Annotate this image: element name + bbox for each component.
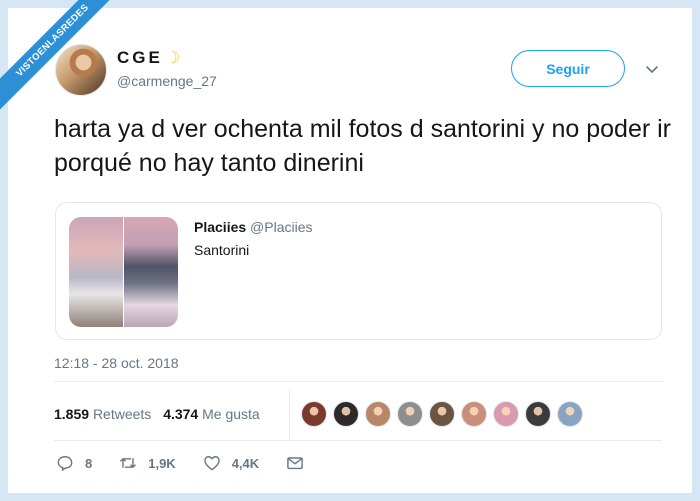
follow-button[interactable]: Seguir <box>511 50 625 87</box>
retweets-stat[interactable]: 1.859 Retweets <box>54 406 151 422</box>
likes-count: 4.374 <box>163 406 199 422</box>
divider <box>54 440 662 441</box>
tweet-text: harta ya d ver ochenta mil fotos d santo… <box>54 115 671 177</box>
retweets-label: Retweets <box>92 406 152 422</box>
liker-avatar[interactable] <box>429 401 455 427</box>
retweet-button[interactable]: 1,9K <box>118 453 176 473</box>
watermark-text: VISTOENLASREDES <box>0 0 128 116</box>
chevron-down-icon[interactable] <box>644 61 660 77</box>
quoted-image-2[interactable] <box>124 217 178 327</box>
liker-avatar[interactable] <box>525 401 551 427</box>
liker-avatar[interactable] <box>493 401 519 427</box>
moon-emoji: ☽ <box>164 48 181 67</box>
retweets-count: 1.859 <box>54 406 90 422</box>
reply-icon <box>57 456 73 471</box>
liker-avatar[interactable] <box>365 401 391 427</box>
retweet-count: 1,9K <box>148 455 176 471</box>
message-button[interactable] <box>285 453 305 473</box>
envelope-icon <box>287 457 303 470</box>
like-button[interactable]: 4,4K <box>202 453 259 473</box>
liker-avatars <box>301 401 583 427</box>
liker-avatar[interactable] <box>333 401 359 427</box>
liker-avatar[interactable] <box>557 401 583 427</box>
liker-avatar[interactable] <box>397 401 423 427</box>
reply-count: 8 <box>85 455 93 471</box>
stats-separator <box>289 390 290 440</box>
quoted-author-handle[interactable]: @Placiies <box>250 219 312 235</box>
quoted-author-name[interactable]: Placiies <box>194 219 246 235</box>
quoted-author[interactable]: Placiies @Placiies <box>194 219 313 235</box>
quoted-text: Santorini <box>194 242 250 258</box>
likes-stat[interactable]: 4.374 Me gusta <box>163 406 260 422</box>
user-handle[interactable]: @carmenge_27 <box>117 73 217 89</box>
divider <box>54 381 662 382</box>
stats-row: 1.859 Retweets 4.374 Me gusta <box>54 406 260 422</box>
liker-avatar[interactable] <box>301 401 327 427</box>
like-count: 4,4K <box>231 455 260 471</box>
likes-label: Me gusta <box>202 406 260 422</box>
timestamp[interactable]: 12:18 - 28 oct. 2018 <box>54 355 179 371</box>
heart-icon <box>203 456 220 471</box>
reply-button[interactable]: 8 <box>55 453 92 473</box>
retweet-icon <box>120 458 137 468</box>
action-bar: 8 1,9K 4,4K <box>55 453 331 473</box>
liker-avatar[interactable] <box>461 401 487 427</box>
quoted-tweet[interactable]: Placiies @Placiies Santorini <box>55 202 662 340</box>
watermark-ribbon: VISTOENLASREDES <box>0 0 130 130</box>
quoted-image-1[interactable] <box>69 217 123 327</box>
